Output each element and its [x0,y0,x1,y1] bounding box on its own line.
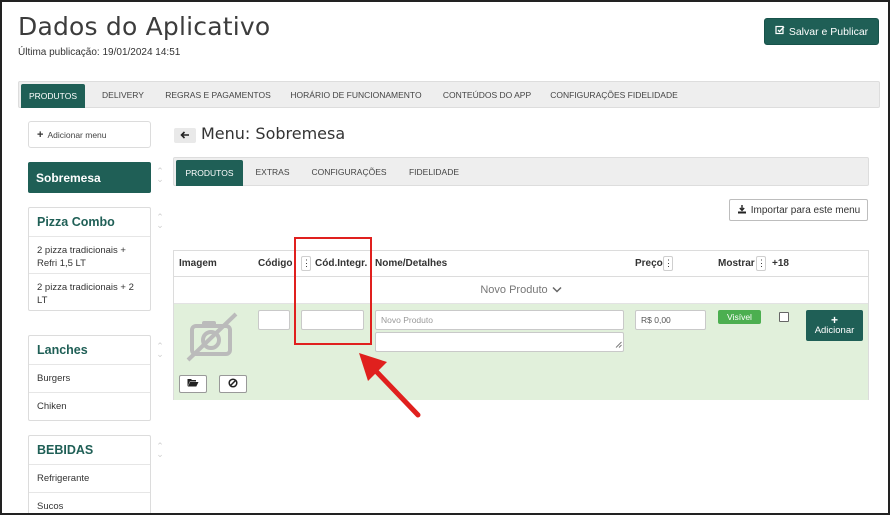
sidebar-subitem[interactable]: 2 pizza tradicionais + 2 LT [29,274,150,310]
column-header-name-details: Nome/Detalhes [375,258,448,269]
sort-arrows-icon[interactable]: ⌃ ⌄ [155,167,165,184]
tab-configuracoes-fidelidade[interactable]: CONFIGURAÇÕES FIDELIDADE [547,82,681,107]
table-header: Imagem Código ⋮ Cód.Integr. Nome/Detalhe… [174,251,868,277]
resize-handle-icon [615,340,622,350]
tab-produtos[interactable]: PRODUTOS [21,84,85,108]
product-table: Imagem Código ⋮ Cód.Integr. Nome/Detalhe… [173,250,869,400]
column-header-image: Imagem [179,258,217,269]
subtab-extras[interactable]: EXTRAS [250,158,295,185]
price-input[interactable]: R$ 0,00 [635,310,706,330]
app-window: Dados do Aplicativo Última publicação: 1… [0,0,890,515]
plus18-checkbox[interactable] [779,312,789,322]
annotation-arrow-icon [354,348,424,425]
column-header-price: Preço [635,258,663,269]
sidebar-subitem[interactable]: Refrigerante [29,465,150,493]
code-input[interactable] [258,310,290,330]
menu-group-pizza-combo: Pizza Combo 2 pizza tradicionais + Refri… [28,207,151,311]
chevron-down-icon [552,284,562,296]
tab-conteudos-app[interactable]: CONTEÚDOS DO APP [437,82,537,107]
column-menu-icon[interactable]: ⋮ [756,256,766,271]
add-menu-button[interactable]: + Adicionar menu [28,121,151,148]
import-menu-button[interactable]: Importar para este menu [729,199,868,221]
new-product-row: Novo Produto R$ 0,00 Visível + Adicionar [174,304,868,400]
new-product-label: Novo Produto [480,284,548,296]
plus-icon: + [37,128,44,141]
new-product-toggle[interactable]: Novo Produto [174,277,868,304]
remove-image-button[interactable] [219,375,247,393]
column-menu-icon[interactable]: ⋮ [663,256,673,271]
arrow-left-icon [180,130,190,142]
import-icon [737,204,747,217]
menu-group-bebidas: BEBIDAS Refrigerante Sucos [28,435,151,513]
import-label: Importar para este menu [750,204,861,216]
sidebar-item-pizza-combo[interactable]: Pizza Combo [29,208,150,237]
page-title: Dados do Aplicativo [18,12,271,41]
sidebar-subitem[interactable]: Chiken [29,393,150,420]
sidebar-item-sobremesa[interactable]: Sobremesa [28,162,151,193]
folder-open-icon [187,378,199,390]
visibility-toggle[interactable]: Visível [718,310,761,324]
sidebar-subitem[interactable]: Sucos [29,493,150,513]
sidebar-item-bebidas[interactable]: BEBIDAS [29,436,150,465]
sort-arrows-icon[interactable]: ⌃ ⌄ [155,342,165,359]
upload-image-button[interactable] [179,375,207,393]
sidebar-subitem[interactable]: 2 pizza tradicionais + Refri 1,5 LT [29,237,150,274]
highlight-box [294,237,372,345]
add-menu-label: Adicionar menu [47,129,107,140]
subtab-configuracoes[interactable]: CONFIGURAÇÕES [306,158,392,185]
tab-delivery[interactable]: DELIVERY [95,82,151,107]
menu-group-lanches: Lanches Burgers Chiken [28,335,151,421]
no-image-icon [184,312,240,369]
save-publish-label: Salvar e Publicar [788,25,869,38]
sort-arrows-icon[interactable]: ⌃ ⌄ [155,213,165,230]
subtab-produtos[interactable]: PRODUTOS [176,160,243,186]
ban-icon [228,377,238,391]
menu-sub-tabs: PRODUTOS EXTRAS CONFIGURAÇÕES FIDELIDADE [173,157,869,186]
sidebar-subitem[interactable]: Burgers [29,365,150,393]
sort-arrows-icon[interactable]: ⌃ ⌄ [155,442,165,459]
last-publication-text: Última publicação: 19/01/2024 14:51 [18,47,181,58]
column-header-show: Mostrar [718,258,755,269]
product-name-input[interactable]: Novo Produto [375,310,624,330]
tab-regras-pagamentos[interactable]: REGRAS E PAGAMENTOS [161,82,275,107]
add-product-label: Adicionar [814,325,855,336]
subtab-fidelidade[interactable]: FIDELIDADE [402,158,466,185]
main-tabs: PRODUTOS DELIVERY REGRAS E PAGAMENTOS HO… [18,81,880,108]
save-publish-button[interactable]: Salvar e Publicar [764,18,879,45]
tab-horario-funcionamento[interactable]: HORÁRIO DE FUNCIONAMENTO [285,82,427,107]
menu-title: Menu: Sobremesa [201,124,346,143]
column-header-plus18: +18 [772,258,789,269]
column-header-code: Código [258,258,293,269]
back-button[interactable] [174,128,196,143]
sidebar-item-lanches[interactable]: Lanches [29,336,150,365]
add-product-button[interactable]: + Adicionar [806,310,863,341]
checkbox-edit-icon [775,25,785,38]
